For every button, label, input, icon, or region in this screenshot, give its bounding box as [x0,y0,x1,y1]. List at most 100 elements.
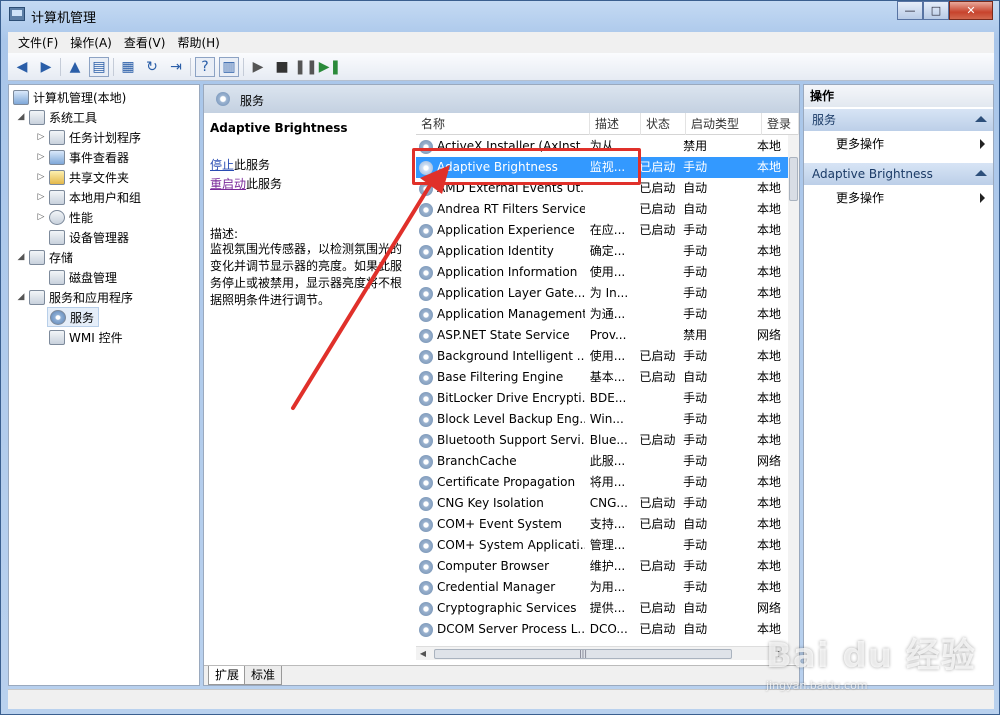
services-apps-icon [29,289,45,305]
tree-item-wmi[interactable]: WMI 控件 [47,327,123,347]
column-logon[interactable]: 登录 [762,113,799,135]
tab-extended[interactable]: 扩展 [208,666,247,685]
tree-item-disk-management[interactable]: 磁盘管理 [47,267,117,287]
collapsed-arrow-icon[interactable]: ▷ [35,132,47,142]
pause-service-icon[interactable]: ❚❚ [294,57,317,77]
column-name[interactable]: 名称 [416,113,590,135]
users-icon [49,189,65,205]
expanded-arrow-icon[interactable]: ◢ [15,252,27,262]
service-row[interactable]: Bluetooth Support Servi... Blue... 已启动 手动 本地 [416,430,788,451]
service-row[interactable]: Background Intelligent ... 使用... 已启动 手动 本地 [416,346,788,367]
more-actions-services[interactable]: 更多操作 [804,133,993,155]
service-description-cell: CNG... [589,496,628,510]
tree-item-performance[interactable]: ▷ 性能 [35,207,93,227]
minimize-button[interactable]: — [897,1,923,20]
tree-item-services-apps[interactable]: ◢ 服务和应用程序 [15,287,133,307]
service-startup-cell: 手动 [683,559,708,573]
start-service-icon[interactable]: ▶ [248,57,268,77]
service-row[interactable]: Application Identity 确定... 手动 本地 [416,241,788,262]
tree-item-shared-folders[interactable]: ▷ 共享文件夹 [35,167,129,187]
service-row[interactable]: Certificate Propagation 将用... 手动 本地 [416,472,788,493]
collapsed-arrow-icon[interactable]: ▷ [35,212,47,222]
service-row[interactable]: ASP.NET State Service Prov... 禁用 网络 [416,325,788,346]
refresh-icon[interactable]: ↻ [142,57,162,77]
actions-section-adaptive-brightness[interactable]: Adaptive Brightness [804,163,993,185]
column-startup-type[interactable]: 启动类型 [686,113,762,135]
forward-arrow-icon[interactable]: ▶ [36,57,56,77]
horizontal-scrollbar[interactable]: ◀ ||| ▶ [416,646,788,660]
service-row[interactable]: Application Experience 在应... 已启动 手动 本地 [416,220,788,241]
stop-service-link[interactable]: 停止 [210,158,234,172]
service-startup-cell: 手动 [683,475,708,489]
console-tree: 计算机管理(本地) ◢ 系统工具 ▷ 任务计划程序 ▷ 事件查看器 ▷ 共享文件… [8,84,200,686]
service-logon-cell: 本地 [756,538,781,552]
tree-item-storage[interactable]: ◢ 存储 [15,247,73,267]
stop-service-icon[interactable]: ■ [272,57,292,77]
show-hide-tree-icon[interactable]: ▤ [89,56,109,77]
service-row[interactable]: Credential Manager 为用... 手动 本地 [416,577,788,598]
toolbar-separator [190,57,191,76]
expanded-arrow-icon[interactable]: ◢ [15,292,27,302]
service-row[interactable]: BitLocker Drive Encrypti... BDE... 手动 本地 [416,388,788,409]
export-list-icon[interactable]: ⇥ [166,57,186,77]
maximize-button[interactable]: □ [923,1,949,20]
service-startup-cell: 手动 [683,349,708,363]
help-icon[interactable]: ? [195,56,215,77]
tree-item-event-viewer[interactable]: ▷ 事件查看器 [35,147,129,167]
service-row[interactable]: Application Layer Gate... 为 In... 手动 本地 [416,283,788,304]
horizontal-scroll-thumb[interactable]: ||| [434,649,732,659]
vertical-scroll-thumb[interactable] [789,157,798,201]
service-row[interactable]: Cryptographic Services 提供... 已启动 自动 网络 [416,598,788,619]
column-status[interactable]: 状态 [641,113,686,135]
close-button[interactable]: ✕ [949,1,993,20]
collapse-triangle-icon[interactable] [975,170,987,176]
column-description[interactable]: 描述 [590,113,641,135]
service-description-cell: Prov... [589,328,627,342]
collapsed-arrow-icon[interactable]: ▷ [35,192,47,202]
tab-standard[interactable]: 标准 [244,666,283,685]
service-row[interactable]: COM+ Event System 支持... 已启动 自动 本地 [416,514,788,535]
tree-item-device-manager[interactable]: 设备管理器 [47,227,129,247]
tree-item-root[interactable]: 计算机管理(本地) [11,87,126,107]
service-rows: ActiveX Installer (AxInst... 为从... 禁用 本地 Ada… [416,136,788,640]
service-startup-cell: 手动 [683,391,708,405]
up-folder-icon[interactable]: ▲ [65,57,85,77]
menu-help[interactable]: 帮助(H) [171,34,225,51]
title-bar[interactable]: 计算机管理 — □ ✕ [1,1,999,29]
service-row[interactable]: Block Level Backup Eng... Win... 手动 本地 [416,409,788,430]
tree-item-services[interactable]: 服务 [47,307,100,327]
tree-item-system-tools[interactable]: ◢ 系统工具 [15,107,97,127]
menu-view[interactable]: 查看(V) [118,34,172,51]
service-row[interactable]: COM+ System Applicati... 管理... 手动 本地 [416,535,788,556]
tree-item-task-scheduler[interactable]: ▷ 任务计划程序 [35,127,141,147]
more-actions-adaptive-brightness[interactable]: 更多操作 [804,187,993,209]
menu-action[interactable]: 操作(A) [64,34,118,51]
restart-service-icon[interactable]: ▶❚ [319,57,342,77]
collapse-triangle-icon[interactable] [975,116,987,122]
restart-service-link[interactable]: 重启动 [210,177,246,191]
vertical-scrollbar[interactable] [788,135,799,664]
service-row[interactable]: Application Information 使用... 手动 本地 [416,262,788,283]
service-row[interactable]: CNG Key Isolation CNG... 已启动 手动 本地 [416,493,788,514]
service-row[interactable]: DCOM Server Process L... DCO... 已启动 自动 本地 [416,619,788,640]
service-description-cell: 使用... [589,349,626,363]
shared-folder-icon [49,169,65,185]
show-action-pane-icon[interactable]: ▥ [219,56,239,77]
actions-section-services[interactable]: 服务 [804,109,993,131]
expanded-arrow-icon[interactable]: ◢ [15,112,27,122]
service-row[interactable]: Computer Browser 维护... 已启动 手动 本地 [416,556,788,577]
service-row[interactable]: BranchCache 此服... 手动 网络 [416,451,788,472]
service-logon-cell: 本地 [756,160,781,174]
tree-item-local-users[interactable]: ▷ 本地用户和组 [35,187,141,207]
service-row[interactable]: Application Management 为通... 手动 本地 [416,304,788,325]
service-status-cell: 已启动 [639,202,676,216]
properties-icon[interactable]: ▦ [118,57,138,77]
service-gear-icon [419,454,433,469]
back-arrow-icon[interactable]: ◀ [12,57,32,77]
service-row[interactable]: Base Filtering Engine 基本... 已启动 自动 本地 [416,367,788,388]
collapsed-arrow-icon[interactable]: ▷ [35,172,47,182]
collapsed-arrow-icon[interactable]: ▷ [35,152,47,162]
scroll-left-icon[interactable]: ◀ [416,647,430,661]
menu-file[interactable]: 文件(F) [12,34,64,51]
service-row[interactable]: Andrea RT Filters Service 已启动 自动 本地 [416,199,788,220]
